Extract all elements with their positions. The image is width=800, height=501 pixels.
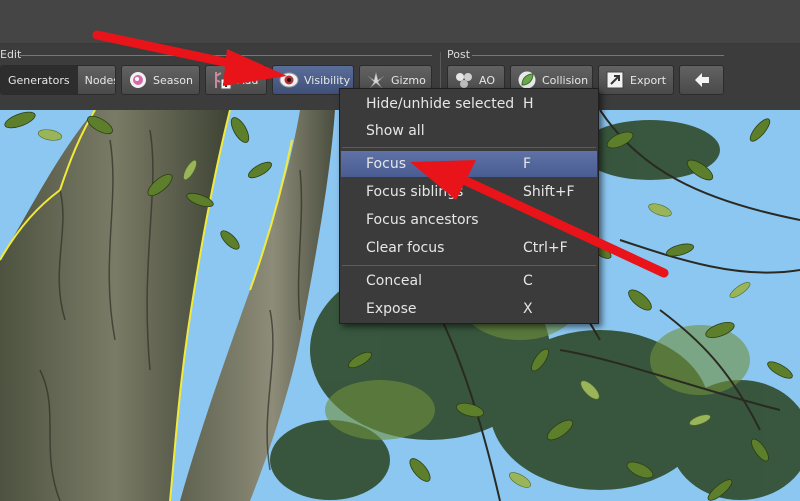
- menu-item-expose[interactable]: Expose X: [341, 296, 597, 322]
- menu-item-label: Focus siblings: [366, 184, 464, 200]
- nodes-tab[interactable]: Nodes: [76, 66, 115, 94]
- ao-icon: [456, 73, 472, 88]
- menu-item-label: Focus: [366, 156, 406, 172]
- menu-item-shortcut: Shift+F: [523, 184, 575, 200]
- menu-item-conceal[interactable]: Conceal C: [341, 268, 597, 294]
- menu-item-shortcut: Ctrl+F: [523, 240, 568, 256]
- menu-item-focus-ancestors[interactable]: Focus ancestors: [341, 207, 597, 233]
- season-icon: [130, 72, 146, 88]
- top-strip: [0, 0, 800, 44]
- menu-item-label: Focus ancestors: [366, 212, 479, 228]
- menu-item-label: Conceal: [366, 273, 422, 289]
- back-arrow-icon: [694, 73, 709, 87]
- menu-item-label: Clear focus: [366, 240, 445, 256]
- generators-tab[interactable]: Generators: [1, 66, 77, 94]
- add-node-icon: [215, 72, 232, 90]
- menu-item-focus[interactable]: Focus F: [341, 151, 597, 177]
- export-button[interactable]: Export: [598, 65, 674, 95]
- menu-item-shortcut: C: [523, 273, 533, 289]
- menu-item-focus-siblings[interactable]: Focus siblings Shift+F: [341, 179, 597, 205]
- menu-item-shortcut: H: [523, 96, 534, 112]
- add-label: Add: [237, 73, 259, 87]
- menu-item-label: Hide/unhide selected: [366, 96, 515, 112]
- gizmo-label: Gizmo: [391, 73, 426, 87]
- edit-group-label: Edit: [0, 48, 22, 61]
- menu-item-shortcut: X: [523, 301, 533, 317]
- season-button[interactable]: Season: [121, 65, 200, 95]
- menu-item-clear-focus[interactable]: Clear focus Ctrl+F: [341, 235, 597, 261]
- add-button[interactable]: Add: [205, 65, 267, 95]
- gizmo-icon: [367, 71, 385, 89]
- post-group-rule: [472, 55, 724, 56]
- menu-separator: [342, 147, 596, 148]
- collision-leaf-icon: [518, 71, 536, 89]
- edit-group-rule: [20, 55, 432, 56]
- menu-item-shortcut: F: [523, 156, 532, 172]
- menu-item-show-all[interactable]: Show all: [341, 118, 597, 144]
- eye-icon: [279, 72, 299, 88]
- menu-item-hide-unhide-selected[interactable]: Hide/unhide selected H: [341, 91, 597, 117]
- menu-separator: [342, 265, 596, 266]
- season-label: Season: [153, 73, 193, 87]
- visibility-label: Visibility: [304, 73, 351, 87]
- collision-label: Collision: [542, 73, 589, 87]
- back-button[interactable]: [679, 65, 724, 95]
- visibility-context-menu: Hide/unhide selected H Show all Focus F …: [339, 88, 599, 324]
- menu-item-label: Expose: [366, 301, 417, 317]
- export-icon: [606, 71, 624, 89]
- menu-item-label: Show all: [366, 123, 425, 139]
- ao-label: AO: [479, 73, 495, 87]
- post-group-label: Post: [447, 48, 471, 61]
- generators-nodes-toggle: Generators Nodes: [0, 65, 116, 95]
- export-label: Export: [630, 73, 667, 87]
